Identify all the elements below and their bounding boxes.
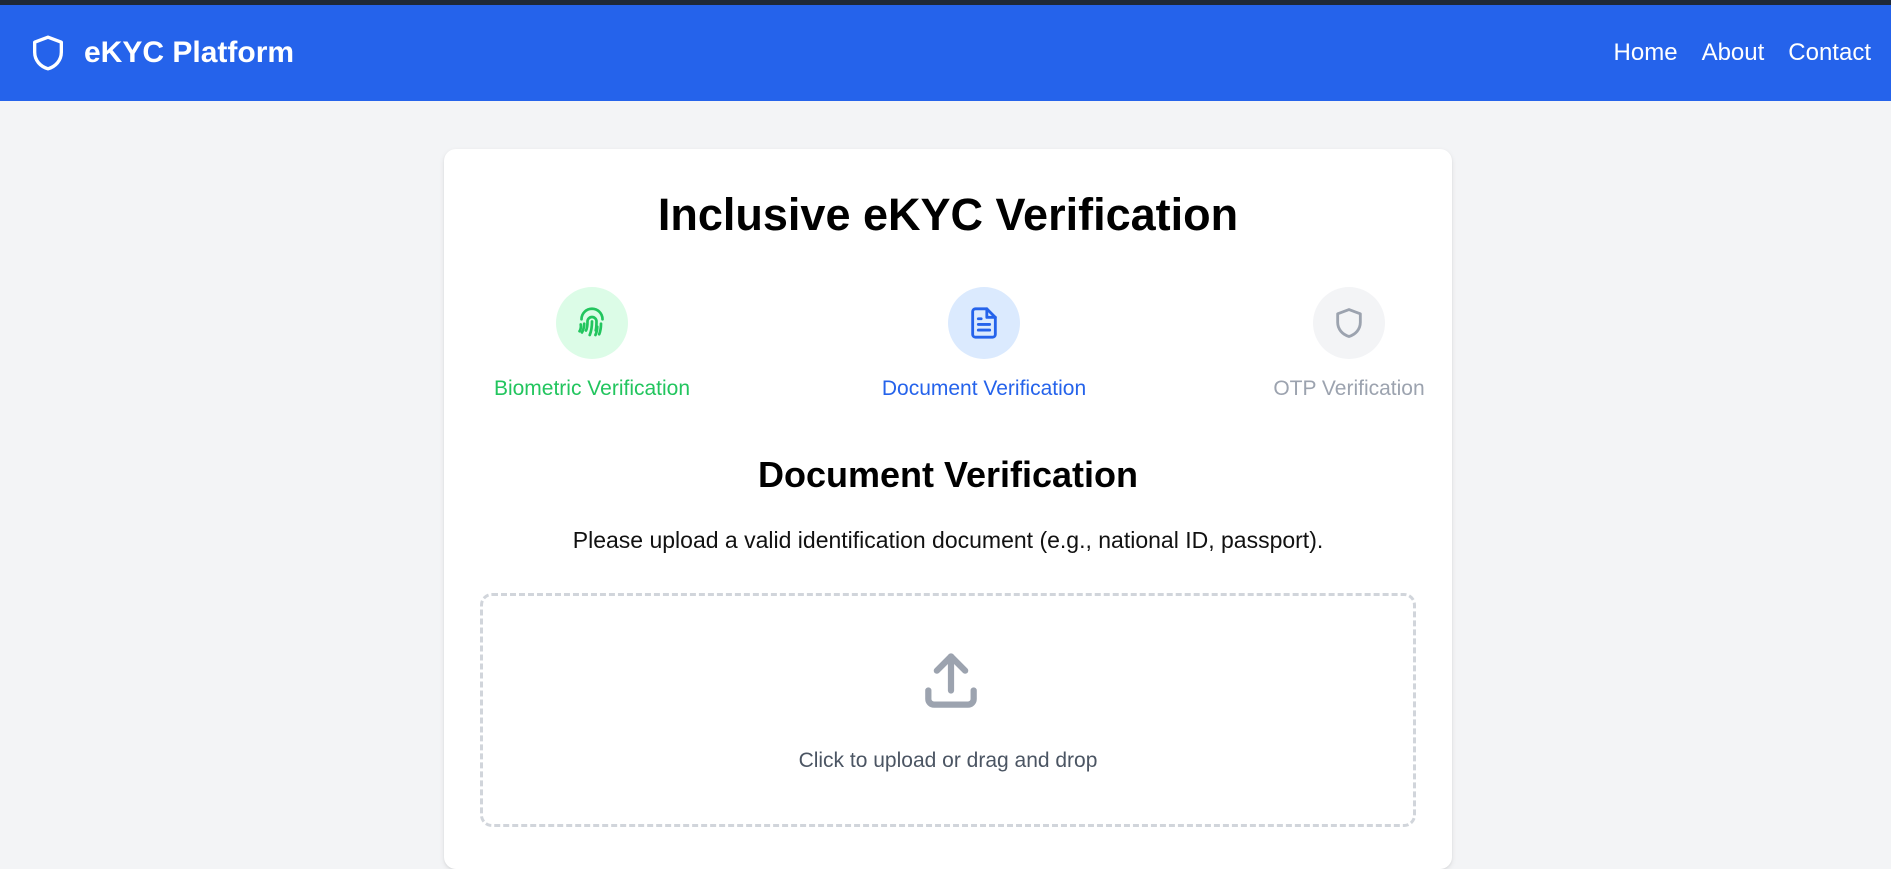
upload-instructions: Click to upload or drag and drop (798, 749, 1098, 772)
step-document[interactable]: Document Verification (854, 287, 1114, 401)
nav-links: Home About Contact (1590, 5, 1871, 101)
fingerprint-icon (578, 307, 604, 337)
step-biometric-circle (556, 287, 628, 359)
section-description: Please upload a valid identification doc… (572, 527, 1324, 553)
step-otp-label: OTP Verification (1273, 377, 1425, 400)
upload-dropzone[interactable]: Click to upload or drag and drop (480, 593, 1416, 827)
shield-icon (33, 35, 63, 71)
step-biometric-label: Biometric Verification (493, 377, 691, 400)
section-title: Document Verification (757, 454, 1139, 495)
step-otp-circle (1313, 287, 1385, 359)
shield-icon (1336, 308, 1362, 338)
verification-card: Inclusive eKYC Verification Biometric Ve… (444, 149, 1452, 869)
brand-title: eKYC Platform (84, 36, 295, 69)
step-biometric[interactable]: Biometric Verification (462, 287, 722, 401)
step-document-circle (948, 287, 1020, 359)
brand[interactable]: eKYC Platform (28, 5, 294, 101)
step-document-label: Document Verification (881, 377, 1087, 400)
nav-link-home[interactable]: Home (1614, 39, 1678, 67)
nav-link-contact[interactable]: Contact (1788, 39, 1871, 67)
step-otp[interactable]: OTP Verification (1219, 287, 1479, 401)
navbar: eKYC Platform Home About Contact (0, 5, 1891, 101)
nav-link-about[interactable]: About (1702, 39, 1765, 67)
page-title: Inclusive eKYC Verification (657, 189, 1239, 240)
upload-icon (925, 653, 977, 708)
document-icon (971, 307, 997, 339)
